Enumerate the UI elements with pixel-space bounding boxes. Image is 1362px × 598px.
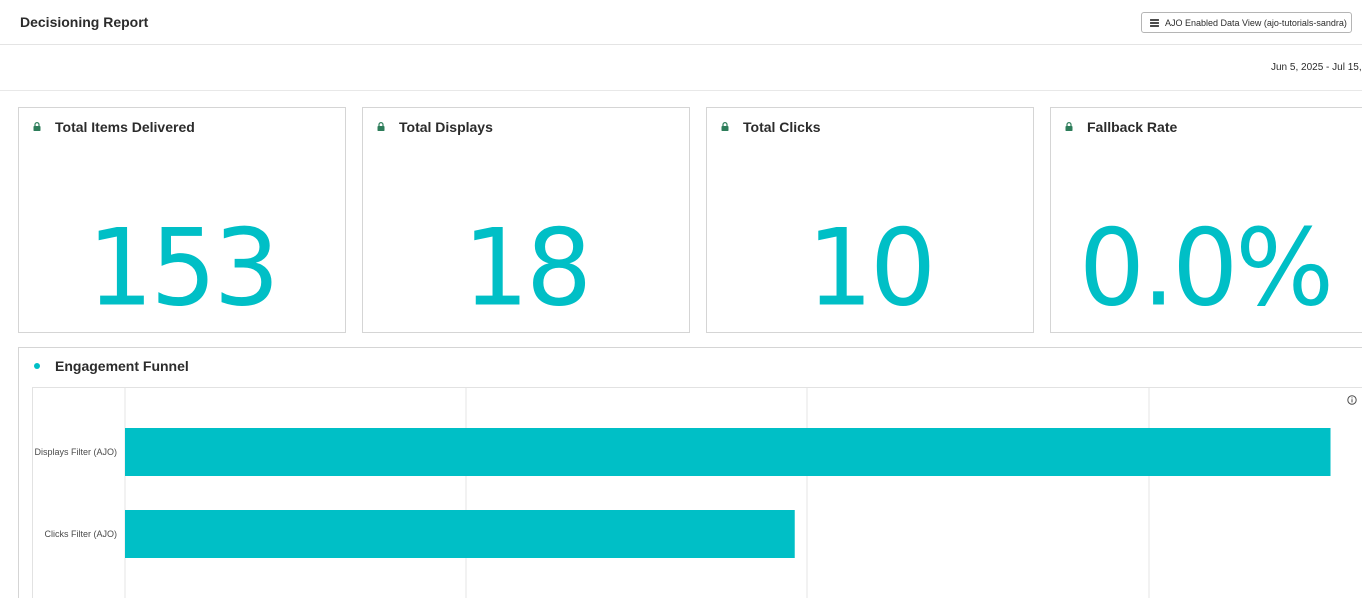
category-label: Clicks Filter (AJO) xyxy=(45,529,118,539)
info-icon[interactable] xyxy=(1347,395,1357,405)
funnel-bar[interactable] xyxy=(125,510,795,558)
funnel-bar[interactable] xyxy=(125,428,1331,476)
category-label: Displays Filter (AJO) xyxy=(34,447,117,457)
engagement-funnel-chart: Displays Filter (AJO) Clicks Filter (AJO) xyxy=(34,388,1331,598)
